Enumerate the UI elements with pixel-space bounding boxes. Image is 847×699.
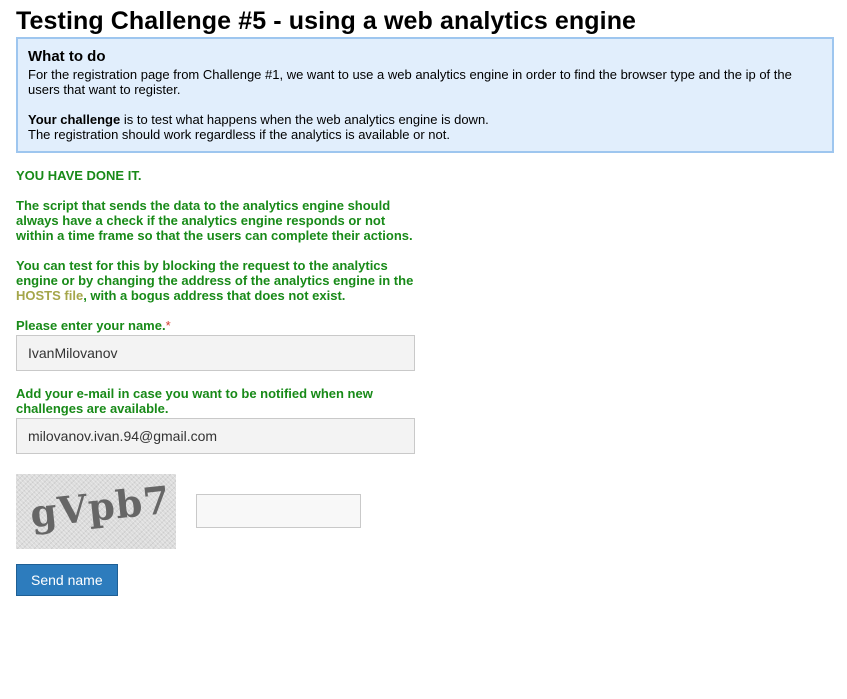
instructions-box: What to do For the registration page fro…	[16, 37, 834, 153]
required-mark: *	[165, 318, 171, 333]
challenge-text: is to test what happens when the web ana…	[120, 112, 489, 127]
instructions-heading: What to do	[28, 48, 106, 65]
done-message: YOU HAVE DONE IT.	[16, 168, 142, 183]
hint-text-after: , with a bogus address that does not exi…	[83, 288, 346, 303]
send-name-button[interactable]: Send name	[16, 564, 118, 596]
captcha-row: gVpb7	[16, 474, 834, 549]
instructions-description: For the registration page from Challenge…	[28, 67, 792, 97]
challenge-line: Your challenge is to test what happens w…	[28, 112, 822, 127]
challenge-label: Your challenge	[28, 112, 121, 127]
email-label: Add your e-mail in case you want to be n…	[16, 386, 373, 416]
name-label-text: Please enter your name.	[16, 318, 166, 333]
captcha-image: gVpb7	[16, 474, 176, 549]
page: Testing Challenge #5 - using a web analy…	[0, 0, 847, 699]
page-title: Testing Challenge #5 - using a web analy…	[16, 7, 637, 35]
captcha-input[interactable]	[196, 494, 361, 528]
name-input[interactable]	[16, 335, 415, 371]
challenge-note: The registration should work regardless …	[28, 127, 450, 142]
hint-message: You can test for this by blocking the re…	[16, 258, 426, 303]
hosts-file-link[interactable]: HOSTS file	[16, 288, 83, 303]
success-message: YOU HAVE DONE IT. The script that sends …	[16, 168, 426, 303]
hint-text-before: You can test for this by blocking the re…	[16, 258, 414, 288]
name-label: Please enter your name.*	[16, 318, 416, 333]
email-input[interactable]	[16, 418, 415, 454]
captcha-text: gVpb7	[28, 476, 173, 537]
explanation-message: The script that sends the data to the an…	[16, 198, 413, 243]
